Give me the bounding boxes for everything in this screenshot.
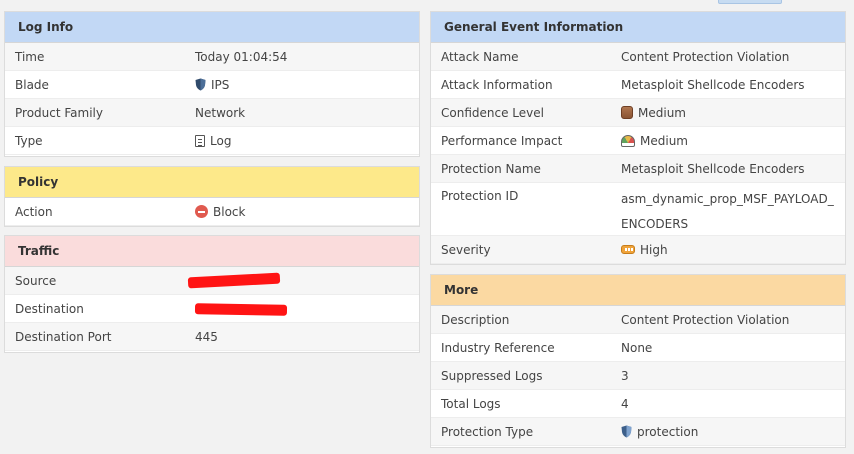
shield-icon [621,425,632,438]
row-value: Medium [621,106,686,120]
row-value: asm_dynamic_prop_MSF_PAYLOAD_ ENCODERS [621,187,841,237]
redaction-mark [187,272,281,289]
general-event-panel: General Event Information Attack Name Co… [430,11,846,265]
log-info-panel: Log Info Time Today 01:04:54 Blade IPS P… [4,11,420,157]
row-value: Metasploit Shellcode Encoders [621,162,805,176]
product-family-value: Network [195,105,246,120]
type-value: Log [210,133,232,148]
traffic-header: Traffic [5,236,419,267]
row-value: Content Protection Violation [621,50,789,64]
row-value: 4 [621,397,629,411]
row-value: Content Protection Violation [621,313,789,327]
traffic-row-destination: Destination [5,295,419,323]
row-label: Protection Name [441,161,541,176]
row-label: Protection ID [441,189,519,203]
more-panel: More Description Content Protection Viol… [430,274,846,448]
attack-name-value: Content Protection Violation [621,49,790,64]
traffic-panel: Traffic Source Destination Destination P… [4,235,420,353]
more-row-total-logs: Total Logs 4 [431,390,845,418]
row-label: Action [15,204,53,219]
more-header: More [431,275,845,306]
row-value: IPS [195,78,229,92]
general-row-protection-name: Protection Name Metasploit Shellcode Enc… [431,155,845,183]
traffic-row-source: Source [5,267,419,295]
time-value: Today 01:04:54 [195,49,288,64]
blade-value: IPS [211,77,230,92]
policy-row-action: Action Block [5,198,419,226]
policy-header: Policy [5,167,419,198]
row-value: Network [195,106,245,120]
row-label: Type [15,133,43,148]
more-row-suppressed-logs: Suppressed Logs 3 [431,362,845,390]
row-label: Destination [15,301,84,316]
row-label: Industry Reference [441,340,555,355]
general-row-performance-impact: Performance Impact Medium [431,127,845,155]
document-icon [195,134,205,147]
row-label: Suppressed Logs [441,368,543,383]
row-label: Confidence Level [441,105,544,120]
protection-id-value-line2: ENCODERS [621,217,689,231]
more-row-industry-reference: Industry Reference None [431,334,845,362]
row-value: 3 [621,369,629,383]
general-row-protection-id: Protection ID asm_dynamic_prop_MSF_PAYLO… [431,183,845,236]
performance-impact-value: Medium [640,133,688,148]
row-label: Destination Port [15,329,112,344]
protection-type-value: protection [637,424,699,439]
database-icon [621,106,633,119]
general-row-confidence-level: Confidence Level Medium [431,99,845,127]
more-row-protection-type: Protection Type protection [431,418,845,446]
severity-icon [621,245,635,254]
protection-id-value-line1: asm_dynamic_prop_MSF_PAYLOAD_ [621,192,834,206]
row-label: Attack Name [441,49,519,64]
row-value: None [621,341,652,355]
row-value: High [621,243,668,257]
attack-information-value: Metasploit Shellcode Encoders [621,77,805,92]
log-info-row-time: Time Today 01:04:54 [5,43,419,71]
redaction-mark [194,303,288,316]
gauge-icon [621,134,635,147]
general-event-header: General Event Information [431,12,845,43]
protection-name-value: Metasploit Shellcode Encoders [621,161,805,176]
shield-icon [195,78,206,91]
action-value: Block [213,204,246,219]
row-label: Total Logs [441,396,501,411]
general-row-severity: Severity High [431,236,845,264]
row-value: 445 [195,330,218,344]
row-label: Blade [15,77,49,92]
log-info-row-product-family: Product Family Network [5,99,419,127]
row-value: Today 01:04:54 [195,50,287,64]
traffic-row-destination-port: Destination Port 445 [5,323,419,351]
general-row-attack-information: Attack Information Metasploit Shellcode … [431,71,845,99]
suppressed-logs-value: 3 [621,368,629,383]
row-label: Source [15,273,57,288]
total-logs-value: 4 [621,396,629,411]
row-label: Performance Impact [441,133,563,148]
policy-panel: Policy Action Block [4,166,420,227]
top-action-button[interactable] [718,0,782,4]
row-value: Log [195,134,231,148]
log-info-row-type: Type Log [5,127,419,155]
row-label: Description [441,312,510,327]
row-label: Time [15,49,45,64]
destination-port-value: 445 [195,329,218,344]
row-label: Product Family [15,105,103,120]
block-icon [195,205,208,218]
row-value: protection [621,425,698,439]
industry-reference-value: None [621,340,653,355]
log-info-header: Log Info [5,12,419,43]
log-info-row-blade: Blade IPS [5,71,419,99]
description-value: Content Protection Violation [621,312,790,327]
general-row-attack-name: Attack Name Content Protection Violation [431,43,845,71]
row-value: Medium [621,134,688,148]
row-label: Severity [441,242,491,257]
row-label: Attack Information [441,77,553,92]
row-label: Protection Type [441,424,534,439]
severity-value: High [640,242,668,257]
row-value: Block [195,205,245,219]
more-row-description: Description Content Protection Violation [431,306,845,334]
row-value: Metasploit Shellcode Encoders [621,78,805,92]
confidence-level-value: Medium [638,105,686,120]
